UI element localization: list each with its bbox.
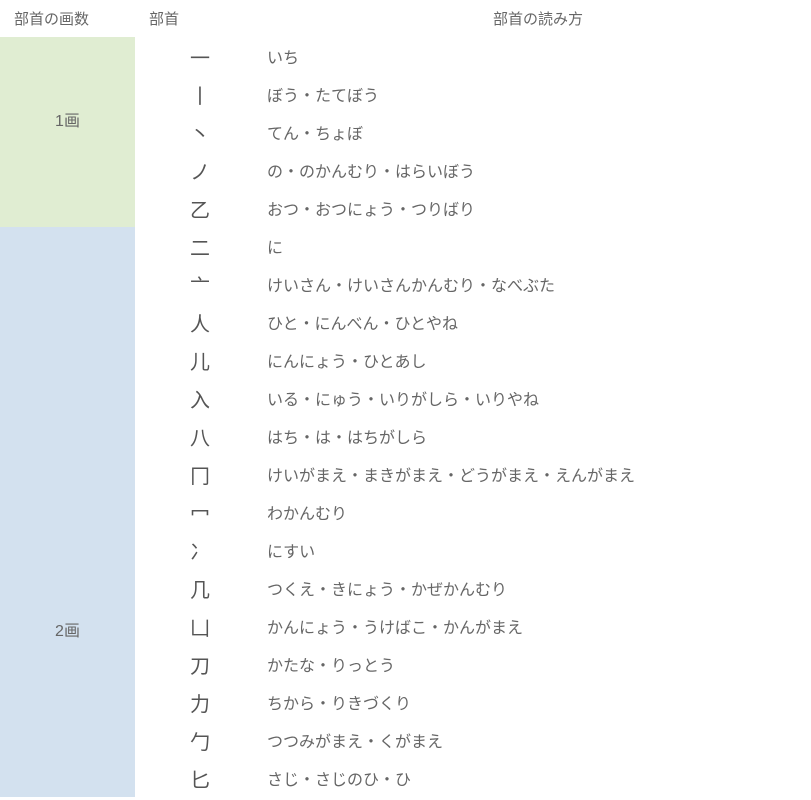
radical-cell: 冫	[135, 531, 265, 569]
header-row: 部首の画数 部首 部首の読み方	[0, 0, 811, 37]
reading-cell: つくえ・きにょう・かぜかんむり	[265, 569, 811, 607]
reading-cell: けいさん・けいさんかんむり・なべぶた	[265, 265, 811, 303]
radical-cell: 八	[135, 417, 265, 455]
radical-cell: 儿	[135, 341, 265, 379]
radical-cell: 刀	[135, 645, 265, 683]
reading-cell: おつ・おつにょう・つりばり	[265, 189, 811, 227]
reading-cell: てん・ちょぼ	[265, 113, 811, 151]
radical-cell: 乙	[135, 189, 265, 227]
reading-cell: さじ・さじのひ・ひ	[265, 759, 811, 797]
reading-cell: いる・にゅう・いりがしら・いりやね	[265, 379, 811, 417]
radical-cell: 匕	[135, 759, 265, 797]
reading-cell: にすい	[265, 531, 811, 569]
radical-cell: 人	[135, 303, 265, 341]
reading-cell: わかんむり	[265, 493, 811, 531]
reading-cell: ぼう・たてぼう	[265, 75, 811, 113]
radical-cell: 丶	[135, 113, 265, 151]
reading-cell: に	[265, 227, 811, 265]
radical-cell: 凵	[135, 607, 265, 645]
radical-cell: 冂	[135, 455, 265, 493]
header-strokes: 部首の画数	[0, 0, 135, 37]
table-row: 2画二に	[0, 227, 811, 265]
radical-cell: 勹	[135, 721, 265, 759]
reading-cell: にんにょう・ひとあし	[265, 341, 811, 379]
header-reading: 部首の読み方	[265, 0, 811, 37]
radical-cell: 冖	[135, 493, 265, 531]
radical-cell: 二	[135, 227, 265, 265]
reading-cell: の・のかんむり・はらいぼう	[265, 151, 811, 189]
strokes-cell: 1画	[0, 37, 135, 227]
radical-cell: 丨	[135, 75, 265, 113]
reading-cell: いち	[265, 37, 811, 75]
reading-cell: つつみがまえ・くがまえ	[265, 721, 811, 759]
radical-table: 部首の画数 部首 部首の読み方 1画一いち丨ぼう・たてぼう丶てん・ちょぼノの・の…	[0, 0, 811, 797]
radical-cell: 几	[135, 569, 265, 607]
radical-cell: 一	[135, 37, 265, 75]
table-row: 1画一いち	[0, 37, 811, 75]
reading-cell: けいがまえ・まきがまえ・どうがまえ・えんがまえ	[265, 455, 811, 493]
header-radical: 部首	[135, 0, 265, 37]
reading-cell: ちから・りきづくり	[265, 683, 811, 721]
table-body: 1画一いち丨ぼう・たてぼう丶てん・ちょぼノの・のかんむり・はらいぼう乙おつ・おつ…	[0, 37, 811, 797]
reading-cell: かたな・りっとう	[265, 645, 811, 683]
strokes-cell: 2画	[0, 227, 135, 797]
radical-cell: 入	[135, 379, 265, 417]
reading-cell: はち・は・はちがしら	[265, 417, 811, 455]
reading-cell: かんにょう・うけばこ・かんがまえ	[265, 607, 811, 645]
radical-cell: ノ	[135, 151, 265, 189]
reading-cell: ひと・にんべん・ひとやね	[265, 303, 811, 341]
radical-cell: 力	[135, 683, 265, 721]
radical-cell: 亠	[135, 265, 265, 303]
